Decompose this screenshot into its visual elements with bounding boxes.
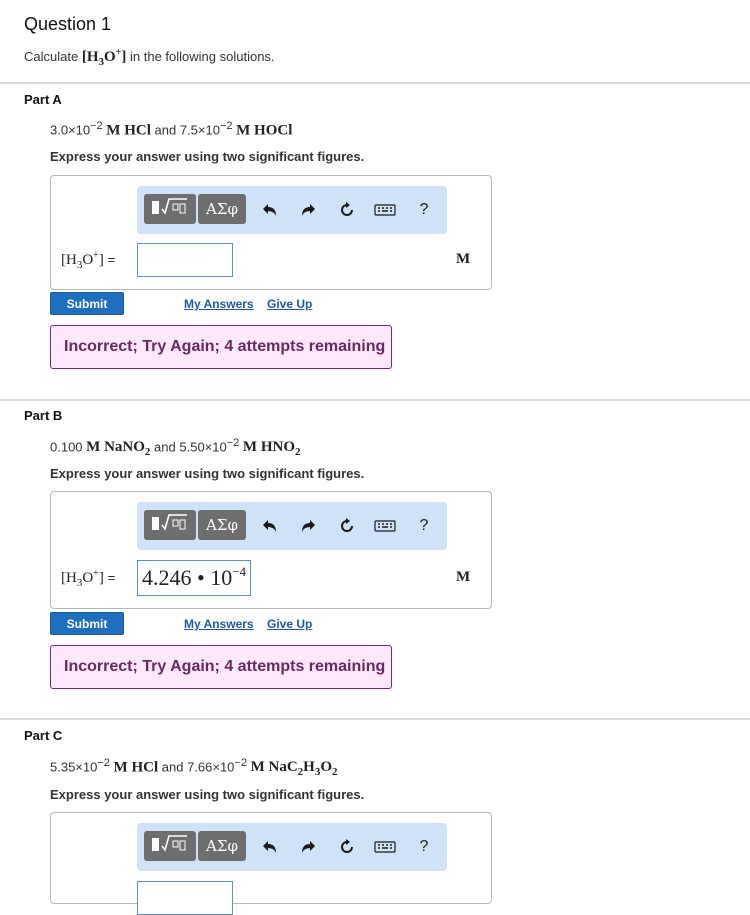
divider	[0, 718, 750, 720]
reset-icon[interactable]	[334, 514, 360, 538]
reset-icon[interactable]	[334, 835, 360, 859]
fraction-sqrt-template-icon	[149, 833, 191, 860]
part-a-species2: M HOCl	[236, 122, 293, 139]
equals-sign: =	[107, 570, 116, 585]
part-b-and: and	[154, 439, 176, 455]
part-b-exp2: −2	[226, 437, 240, 449]
part-b-toolbar: ΑΣφ ?	[137, 502, 447, 550]
part-c-species2: M NaC2H3O2	[250, 759, 338, 779]
part-a-conc2: 7.5×10	[179, 122, 220, 138]
fraction-sqrt-template-icon	[149, 512, 191, 539]
part-b-give-up-link[interactable]: Give Up	[267, 617, 312, 631]
part-a-express: Express your answer using two significan…	[50, 149, 365, 164]
question-title: Question 1	[24, 14, 112, 34]
redo-icon[interactable]	[295, 835, 321, 859]
part-b-species2: M HNO2	[242, 439, 301, 459]
help-icon[interactable]: ?	[411, 514, 437, 538]
part-c-title: Part C	[24, 728, 63, 743]
instr-before: Calculate	[24, 49, 79, 64]
keyboard-icon[interactable]	[372, 198, 398, 222]
part-c-conc1: 5.35×10	[50, 759, 98, 775]
part-c-exp1: −2	[97, 757, 110, 769]
part-b-feedback: Incorrect; Try Again; 4 attempts remaini…	[50, 645, 392, 689]
redo-icon[interactable]	[295, 514, 321, 538]
part-a-my-answers-link[interactable]: My Answers	[184, 297, 254, 311]
help-icon[interactable]: ?	[411, 835, 437, 859]
part-a-and: and	[154, 122, 177, 138]
part-a-answer-input[interactable]	[137, 243, 233, 277]
greek-symbols-button[interactable]: ΑΣφ	[198, 194, 246, 224]
part-b-species1: M NaNO2	[86, 439, 151, 459]
part-c-toolbar: ΑΣφ ?	[137, 823, 447, 871]
question-instructions: Calculate [H3O+] in the following soluti…	[24, 47, 275, 68]
part-a-submit-button[interactable]: Submit	[50, 292, 124, 315]
part-b-answer-box: ΑΣφ ? [H3O+] = 4.246 • 10 −4 M	[50, 491, 492, 609]
part-b-problem: 0.100 M NaNO2 and 5.50×10−2 M HNO2	[50, 437, 300, 458]
greek-symbols-button[interactable]: ΑΣφ	[198, 831, 246, 861]
part-b-my-answers-link[interactable]: My Answers	[184, 617, 254, 631]
divider	[0, 82, 750, 84]
templates-button[interactable]	[144, 510, 196, 540]
part-c-answer-input[interactable]	[137, 881, 233, 915]
part-a-toolbar: ΑΣφ ?	[137, 186, 447, 234]
templates-button[interactable]	[144, 831, 196, 861]
templates-button[interactable]	[144, 194, 196, 224]
part-a-feedback: Incorrect; Try Again; 4 attempts remaini…	[50, 325, 392, 369]
help-icon[interactable]: ?	[411, 198, 437, 222]
part-c-species1: M HCl	[113, 759, 159, 776]
part-c-answer-box: ΑΣφ ?	[50, 812, 492, 915]
instr-species: [H3O+]	[81, 47, 127, 68]
part-a-exp2: −2	[219, 120, 233, 132]
equals-sign: =	[107, 252, 116, 267]
part-b-title: Part B	[24, 408, 63, 423]
keyboard-icon[interactable]	[372, 514, 398, 538]
part-a-exp1: −2	[90, 120, 103, 132]
part-c-exp2: −2	[234, 757, 247, 769]
undo-icon[interactable]	[257, 514, 283, 538]
part-a-conc1: 3.0×10	[50, 122, 91, 138]
part-b-express: Express your answer using two significan…	[50, 466, 365, 481]
part-b-conc2: 5.50×10	[179, 439, 227, 455]
part-b-unit: M	[456, 569, 471, 585]
part-c-conc2: 7.66×10	[187, 759, 235, 775]
part-b-answer-exp: −4	[232, 564, 247, 579]
greek-symbols-button[interactable]: ΑΣφ	[198, 510, 246, 540]
divider	[0, 399, 750, 401]
part-b-submit-button[interactable]: Submit	[50, 612, 124, 635]
part-c-and: and	[161, 759, 184, 775]
part-b-conc1: 0.100	[50, 439, 83, 455]
undo-icon[interactable]	[257, 835, 283, 859]
reset-icon[interactable]	[334, 198, 360, 222]
part-a-answer-box: ΑΣφ ? [H3O+] = M	[50, 175, 492, 290]
part-b-lhs: [H3O+] =	[61, 568, 116, 589]
instr-after: in the following solutions.	[130, 49, 275, 64]
part-b-answer-input[interactable]: 4.246 • 10 −4	[137, 560, 252, 596]
part-a-give-up-link[interactable]: Give Up	[267, 297, 312, 311]
part-c-problem: 5.35×10−2 M HCl and 7.66×10−2 M NaC2H3O2	[50, 757, 338, 778]
part-a-lhs: [H3O+] =	[61, 250, 116, 271]
part-c-express: Express your answer using two significan…	[50, 787, 365, 802]
part-a-species1: M HCl	[106, 122, 151, 139]
redo-icon[interactable]	[295, 198, 321, 222]
part-a-title: Part A	[24, 92, 62, 107]
part-b-answer-value: 4.246 • 10	[142, 565, 233, 590]
undo-icon[interactable]	[257, 198, 283, 222]
part-a-problem: 3.0×10−2 M HCl and 7.5×10−2 M HOCl	[50, 120, 292, 139]
part-a-unit: M	[456, 251, 471, 267]
keyboard-icon[interactable]	[372, 835, 398, 859]
fraction-sqrt-template-icon	[149, 196, 191, 223]
